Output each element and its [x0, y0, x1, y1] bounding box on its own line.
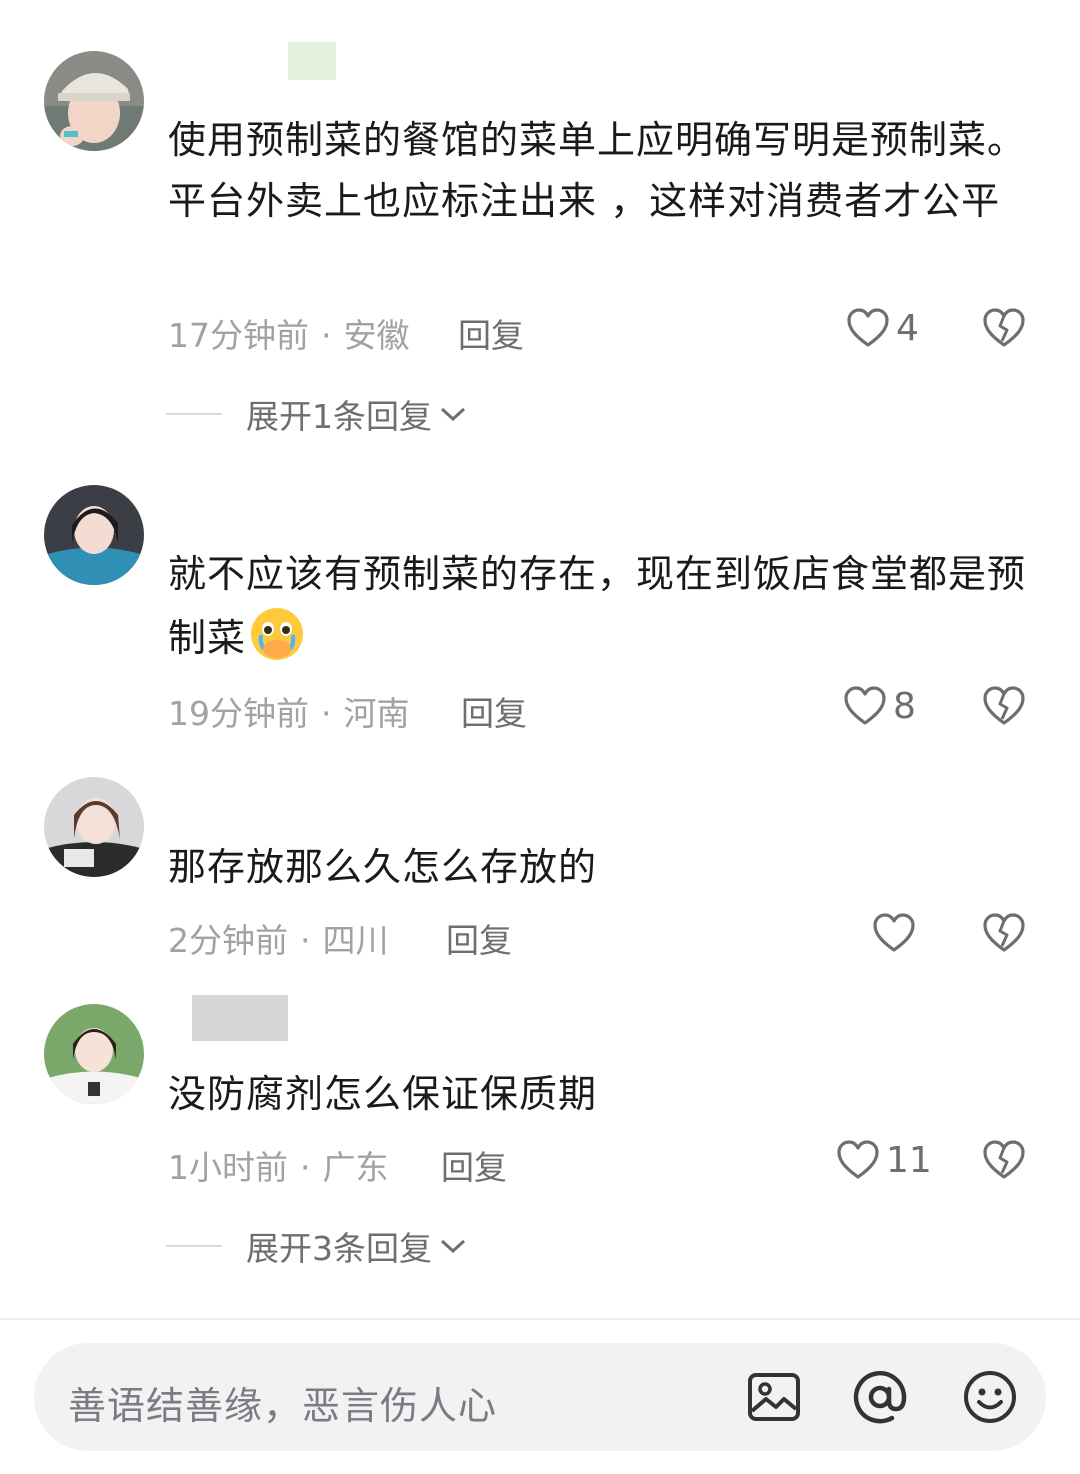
- like-button[interactable]: 11: [836, 1139, 932, 1181]
- like-button[interactable]: 8: [843, 685, 916, 727]
- chevron-down-icon: [440, 1239, 466, 1254]
- comment-location: 河南: [343, 694, 410, 733]
- comment-meta: 17分钟前 · 安徽: [168, 316, 410, 355]
- like-count: 4: [896, 307, 919, 349]
- expand-label: 展开1条回复: [246, 397, 432, 436]
- comment-time: 19分钟前: [168, 694, 309, 733]
- expand-divider: [166, 413, 222, 415]
- comment-text: 那存放那么久怎么存放的: [168, 845, 598, 889]
- comment-location: 四川: [322, 921, 389, 960]
- broken-heart-icon: [982, 307, 1026, 349]
- heart-icon: [872, 912, 916, 954]
- dislike-button[interactable]: [982, 307, 1026, 349]
- image-icon[interactable]: [746, 1369, 802, 1425]
- heart-icon: [843, 685, 887, 727]
- comment-location: 安徽: [343, 316, 410, 355]
- reply-button[interactable]: 回复: [458, 309, 524, 357]
- username-redacted: [288, 42, 336, 80]
- comment-composer[interactable]: 善语结善缘，恶言伤人心: [34, 1343, 1046, 1451]
- comment-meta: 19分钟前 · 河南: [168, 694, 410, 733]
- avatar[interactable]: [44, 777, 144, 877]
- broken-heart-icon: [982, 912, 1026, 954]
- comment-location: 广东: [322, 1148, 389, 1187]
- comment-meta: 2分钟前 · 四川: [168, 921, 389, 960]
- comment-time: 2分钟前: [168, 921, 288, 960]
- broken-heart-icon: [982, 685, 1026, 727]
- comment-input-placeholder[interactable]: 善语结善缘，恶言伤人心: [68, 1375, 497, 1430]
- comment-time: 1小时前: [168, 1148, 288, 1187]
- expand-label: 展开3条回复: [246, 1229, 432, 1268]
- heart-icon: [836, 1139, 880, 1181]
- like-count: 8: [893, 685, 916, 727]
- username-redacted: [192, 995, 288, 1041]
- reply-button[interactable]: 回复: [441, 1141, 507, 1189]
- heart-icon: [846, 307, 890, 349]
- avatar[interactable]: [44, 485, 144, 585]
- emoji-icon[interactable]: [962, 1369, 1018, 1425]
- crying-hand-over-mouth-emoji: [248, 605, 306, 681]
- reply-button[interactable]: 回复: [461, 687, 527, 735]
- comment-text: 没防腐剂怎么保证保质期: [168, 1072, 598, 1116]
- dislike-button[interactable]: [982, 1139, 1026, 1181]
- comment-text: 就不应该有预制菜的存在，现在到饭店食堂都是预制菜: [168, 544, 1038, 681]
- dislike-button[interactable]: [982, 912, 1026, 954]
- avatar[interactable]: [44, 1004, 144, 1104]
- expand-replies-button[interactable]: 展开3条回复: [166, 1222, 468, 1270]
- reply-button[interactable]: 回复: [446, 914, 512, 962]
- at-icon[interactable]: [852, 1369, 908, 1425]
- chevron-down-icon: [440, 407, 466, 422]
- comment-text: 使用预制菜的餐馆的菜单上应明确写明是预制菜。平台外卖上也应标注出来 ，这样对消费…: [168, 118, 1027, 223]
- comment-meta: 1小时前 · 广东: [168, 1148, 389, 1187]
- avatar[interactable]: [44, 51, 144, 151]
- like-count: 11: [886, 1139, 932, 1181]
- like-button[interactable]: 4: [846, 307, 919, 349]
- broken-heart-icon: [982, 1139, 1026, 1181]
- composer-divider: [0, 1318, 1080, 1320]
- like-button[interactable]: [872, 912, 922, 954]
- comment-time: 17分钟前: [168, 316, 309, 355]
- expand-replies-button[interactable]: 展开1条回复: [166, 390, 468, 438]
- expand-divider: [166, 1245, 222, 1247]
- dislike-button[interactable]: [982, 685, 1026, 727]
